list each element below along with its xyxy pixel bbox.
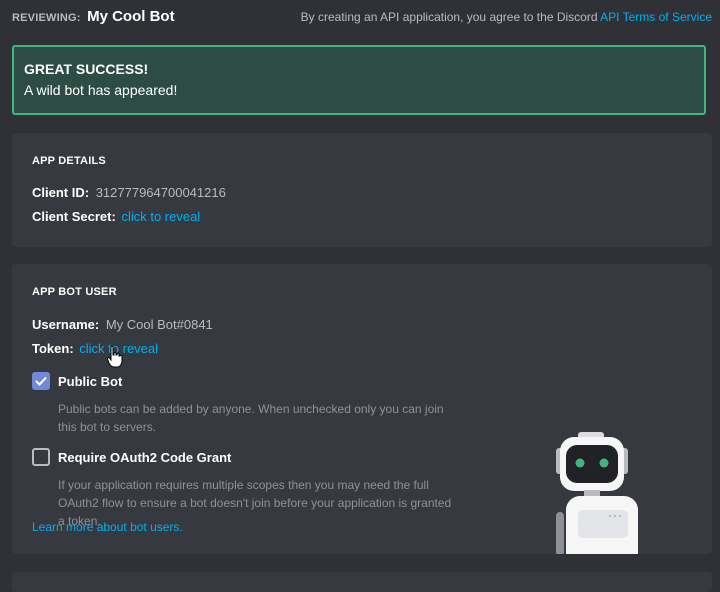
tos-link[interactable]: API Terms of Service — [600, 10, 712, 24]
tos-notice: By creating an API application, you agre… — [301, 10, 712, 24]
require-oauth2-checkbox[interactable] — [32, 448, 50, 466]
success-alert: GREAT SUCCESS! A wild bot has appeared! — [12, 45, 706, 115]
learn-more-bot-users-link[interactable]: Learn more about bot users. — [32, 520, 183, 534]
robot-illustration — [556, 432, 638, 554]
client-secret-label: Client Secret: — [32, 209, 116, 224]
app-details-heading: APP DETAILS — [32, 155, 106, 167]
reviewing-title: REVIEWING: My Cool Bot — [12, 8, 175, 26]
alert-message: A wild bot has appeared! — [24, 82, 178, 98]
client-id-row: Client ID: 312777964700041216 — [32, 185, 226, 200]
require-oauth2-label: Require OAuth2 Code Grant — [58, 450, 232, 465]
app-name: My Cool Bot — [87, 8, 175, 25]
username-value: My Cool Bot#0841 — [105, 317, 213, 332]
client-id-value: 312777964700041216 — [95, 185, 226, 200]
app-bot-user-heading: APP BOT USER — [32, 286, 117, 298]
public-bot-description: Public bots can be added by anyone. When… — [58, 402, 444, 434]
client-secret-row: Client Secret: click to reveal — [32, 209, 200, 224]
reviewing-label: REVIEWING: — [12, 12, 81, 24]
tos-prefix: By creating an API application, you agre… — [300, 10, 598, 24]
hand-cursor-icon — [107, 346, 123, 368]
token-row: Token: click to reveal — [32, 341, 158, 356]
client-id-label: Client ID: — [32, 185, 90, 200]
next-section-card — [12, 572, 712, 592]
alert-title: GREAT SUCCESS! — [24, 61, 149, 77]
page-header: REVIEWING: My Cool Bot By creating an AP… — [0, 0, 720, 34]
public-bot-label: Public Bot — [58, 374, 123, 389]
checkmark-icon — [35, 376, 47, 386]
public-bot-checkbox[interactable] — [32, 372, 50, 390]
username-label: Username: — [32, 317, 100, 332]
username-row: Username: My Cool Bot#0841 — [32, 317, 213, 332]
client-secret-reveal-link[interactable]: click to reveal — [121, 209, 200, 224]
token-label: Token: — [32, 341, 74, 356]
app-bot-user-card: APP BOT USER Username: My Cool Bot#0841 … — [12, 264, 712, 554]
app-details-card: APP DETAILS Client ID: 31277796470004121… — [12, 133, 712, 247]
